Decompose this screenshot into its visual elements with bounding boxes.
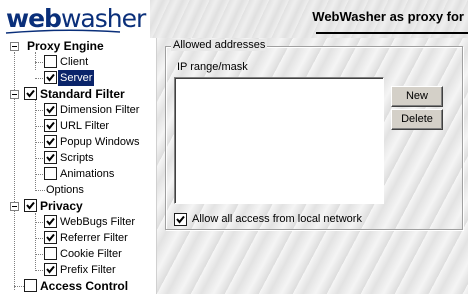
referrer-filter-checkbox[interactable]	[44, 231, 57, 244]
popup-windows-checkbox[interactable]	[44, 135, 57, 148]
new-button[interactable]: New	[391, 86, 443, 107]
settings-tree[interactable]: Proxy Engine Client Server Standard Filt…	[0, 38, 157, 294]
allow-local-network-checkbox[interactable]	[174, 213, 187, 226]
tree-node-webbugs-filter[interactable]: WebBugs Filter	[0, 214, 156, 230]
tree-node-label-selected: Server	[56, 69, 96, 87]
prefix-filter-checkbox[interactable]	[44, 263, 57, 276]
dimension-filter-checkbox[interactable]	[44, 103, 57, 116]
tree-node-standard-filter[interactable]: Standard Filter	[0, 86, 156, 102]
tree-node-access-control[interactable]: Access Control	[0, 278, 156, 294]
standard-filter-checkbox[interactable]	[24, 87, 37, 100]
tree-node-url-filter[interactable]: URL Filter	[0, 118, 156, 134]
server-checkbox[interactable]	[44, 71, 57, 84]
allowed-addresses-group: Allowed addresses IP range/mask New Dele…	[165, 39, 463, 230]
tree-node-label: Referrer Filter	[60, 232, 128, 244]
group-title: Allowed addresses	[171, 39, 268, 51]
tree-node-label: Popup Windows	[60, 136, 140, 148]
collapse-icon[interactable]	[10, 90, 19, 99]
tree-node-label: Proxy Engine	[27, 39, 104, 53]
cookie-filter-checkbox[interactable]	[44, 247, 57, 260]
tree-node-label: Animations	[60, 168, 115, 180]
tree-node-referrer-filter[interactable]: Referrer Filter	[0, 230, 156, 246]
scripts-checkbox[interactable]	[44, 151, 57, 164]
logo-swoosh-icon	[5, 29, 121, 34]
tree-node-privacy[interactable]: Privacy	[0, 198, 156, 214]
delete-button[interactable]: Delete	[391, 109, 443, 130]
tree-node-label: Standard Filter	[40, 87, 125, 101]
tree-node-label: Options	[46, 184, 84, 196]
tree-node-label: Privacy	[40, 199, 83, 213]
tree-node-label: URL Filter	[60, 120, 110, 132]
tree-node-proxy-engine[interactable]: Proxy Engine	[0, 38, 156, 54]
allow-local-network-label: Allow all access from local network	[192, 213, 362, 225]
animations-checkbox[interactable]	[44, 167, 57, 180]
ip-range-list[interactable]	[174, 77, 384, 204]
tree-node-popup-windows[interactable]: Popup Windows	[0, 134, 156, 150]
client-checkbox[interactable]	[44, 55, 57, 68]
tree-node-client[interactable]: Client	[0, 54, 156, 70]
tree-node-animations[interactable]: Animations	[0, 166, 156, 182]
tree-node-cookie-filter[interactable]: Cookie Filter	[0, 246, 156, 262]
settings-panel: Allowed addresses IP range/mask New Dele…	[157, 38, 468, 294]
tree-node-label: Dimension Filter	[60, 104, 140, 116]
header: webwasher WebWasher as proxy for	[0, 0, 468, 38]
tree-node-dimension-filter[interactable]: Dimension Filter	[0, 102, 156, 118]
collapse-icon[interactable]	[10, 42, 19, 51]
page-title: WebWasher as proxy for	[312, 9, 464, 24]
tree-node-label: WebBugs Filter	[60, 216, 135, 228]
header-underline	[316, 32, 468, 34]
tree-node-label: Client	[60, 56, 89, 68]
webbugs-filter-checkbox[interactable]	[44, 215, 57, 228]
tree-node-label: Cookie Filter	[60, 248, 122, 260]
tree-node-scripts[interactable]: Scripts	[0, 150, 156, 166]
tree-node-label: Scripts	[60, 152, 94, 164]
tree-node-label: Prefix Filter	[60, 264, 116, 276]
tree-node-server[interactable]: Server	[0, 69, 156, 87]
url-filter-checkbox[interactable]	[44, 119, 57, 132]
tree-node-options[interactable]: Options	[0, 182, 156, 198]
ip-range-label: IP range/mask	[177, 61, 248, 73]
collapse-icon[interactable]	[10, 202, 19, 211]
privacy-checkbox[interactable]	[24, 199, 37, 212]
tree-node-label: Access Control	[40, 279, 129, 293]
tree-node-prefix-filter[interactable]: Prefix Filter	[0, 262, 156, 278]
access-control-checkbox[interactable]	[24, 279, 37, 292]
